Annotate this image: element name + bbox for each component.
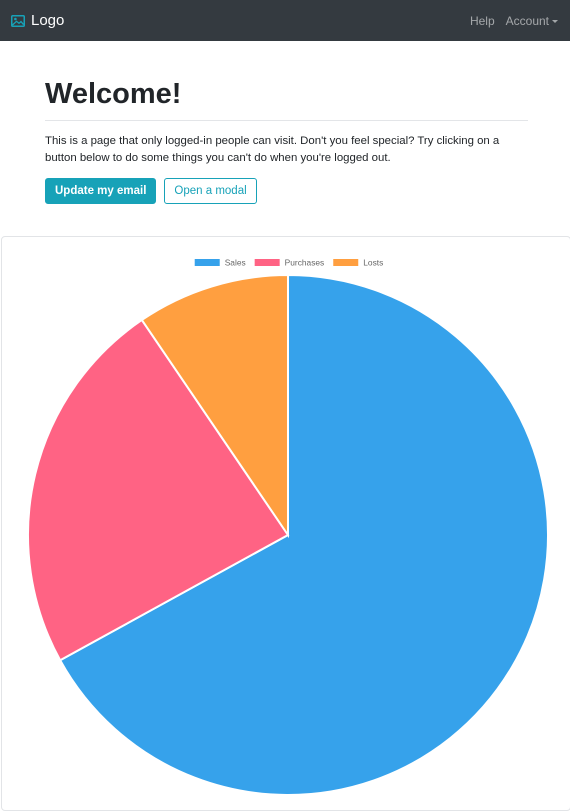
account-label: Account — [505, 13, 549, 28]
welcome-jumbotron: Welcome! This is a page that only logged… — [45, 41, 528, 204]
open-modal-button[interactable]: Open a modal — [164, 177, 257, 204]
legend-swatch — [194, 259, 220, 266]
help-link[interactable]: Help — [470, 14, 495, 28]
brand-label: Logo — [31, 12, 65, 29]
legend-label: Sales — [225, 258, 246, 268]
chart-card: Sales Purchases Losts — [1, 236, 570, 811]
legend-label: Purchases — [285, 258, 325, 268]
nav-links: Help Account — [470, 14, 558, 28]
page-title: Welcome! — [45, 78, 182, 110]
legend-item-sales[interactable]: Sales — [194, 258, 246, 268]
legend-swatch — [254, 259, 280, 266]
divider — [45, 119, 528, 121]
legend-item-losts[interactable]: Losts — [333, 258, 383, 268]
update-email-button[interactable]: Update my email — [45, 177, 157, 204]
caret-down-icon — [552, 19, 558, 23]
legend-item-purchases[interactable]: Purchases — [254, 258, 325, 268]
brand-link[interactable]: Logo — [11, 12, 64, 29]
welcome-text: This is a page that only logged-in peopl… — [45, 134, 500, 164]
top-navbar: Logo Help Account — [0, 0, 570, 41]
account-dropdown[interactable]: Account — [506, 14, 558, 28]
image-icon — [11, 14, 25, 27]
legend-swatch — [333, 259, 359, 266]
button-row: Update my email Open a modal — [45, 177, 528, 204]
pie-chart: Sales Purchases Losts — [27, 258, 549, 796]
legend-label: Losts — [363, 258, 383, 268]
